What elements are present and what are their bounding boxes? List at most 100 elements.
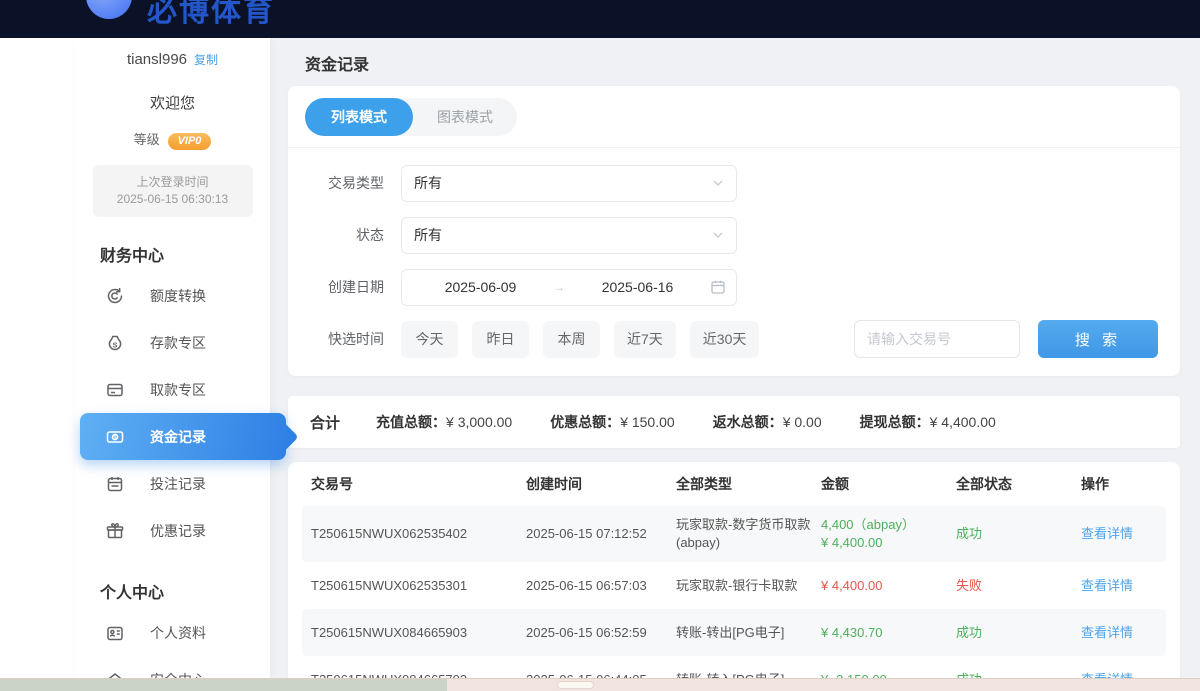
cell-type: 转账-转出[PG电子] bbox=[667, 624, 812, 642]
sidebar-item-funds-record[interactable]: $ 资金记录 bbox=[80, 413, 286, 460]
quick-today-button[interactable]: 今天 bbox=[401, 321, 458, 358]
cell-amount: ¥ 4,400.00 bbox=[812, 577, 947, 595]
profile-icon bbox=[105, 623, 125, 643]
cell-type: 玩家取款-数字货币取款 (abpay) bbox=[667, 516, 812, 552]
brand-logo-icon bbox=[86, 0, 132, 19]
tab-list-mode[interactable]: 列表模式 bbox=[305, 98, 413, 136]
sidebar-item-label: 优惠记录 bbox=[150, 521, 206, 541]
type-line2: (abpay) bbox=[676, 534, 812, 552]
chevron-down-icon bbox=[712, 177, 724, 189]
status-select[interactable]: 所有 bbox=[401, 217, 737, 254]
last-login-label: 上次登录时间 bbox=[93, 174, 253, 191]
cell-status: 失败 bbox=[947, 577, 1072, 595]
page-title: 资金记录 bbox=[305, 51, 369, 75]
deposit-icon: S bbox=[105, 333, 125, 353]
quick-this-week-button[interactable]: 本周 bbox=[543, 321, 600, 358]
cell-created-time: 2025-06-15 06:52:59 bbox=[517, 624, 667, 642]
summary-total-label: 合计 bbox=[310, 412, 340, 433]
col-header-action: 操作 bbox=[1072, 474, 1166, 494]
search-button[interactable]: 搜 索 bbox=[1038, 320, 1158, 358]
cell-transaction-id: T250615NWUX084665903 bbox=[302, 624, 517, 642]
bet-record-icon bbox=[105, 474, 125, 494]
sidebar-item-label: 资金记录 bbox=[150, 427, 206, 447]
filter-row-type: 交易类型 所有 bbox=[288, 157, 1180, 209]
top-bar: 必博体育 bbox=[0, 0, 1200, 38]
filter-row-status: 状态 所有 bbox=[288, 209, 1180, 261]
amount-line1: 4,400（abpay） bbox=[821, 516, 947, 534]
sidebar-item-label: 额度转换 bbox=[150, 286, 206, 306]
summary-bar: 合计 充值总额：¥ 3,000.00 优惠总额：¥ 150.00 返水总额：¥ … bbox=[288, 396, 1180, 448]
date-filter-label: 创建日期 bbox=[288, 277, 384, 297]
col-header-amount: 金额 bbox=[812, 474, 947, 494]
transaction-id-input[interactable] bbox=[854, 320, 1020, 358]
col-header-type: 全部类型 bbox=[667, 474, 812, 494]
scrollbar-handle[interactable] bbox=[557, 681, 594, 689]
type-select[interactable]: 所有 bbox=[401, 165, 737, 202]
view-details-link[interactable]: 查看详情 bbox=[1081, 578, 1133, 593]
summary-item-label: 返水总额： bbox=[713, 414, 783, 430]
page: 必博体育 tiansl996复制 欢迎您 等级VIP0 上次登录时间 2025-… bbox=[0, 0, 1200, 691]
summary-item-value: ¥ 0.00 bbox=[783, 414, 822, 430]
table-row: T250615NWUX084665903 2025-06-15 06:52:59… bbox=[302, 609, 1166, 656]
table-row: T250615NWUX062535301 2025-06-15 06:57:03… bbox=[302, 562, 1166, 609]
cell-status: 成功 bbox=[947, 525, 1072, 543]
quick-yesterday-button[interactable]: 昨日 bbox=[472, 321, 529, 358]
main-content: 资金记录 列表模式 图表模式 交易类型 所有 bbox=[270, 38, 1200, 691]
cell-status: 成功 bbox=[947, 624, 1072, 642]
cell-created-time: 2025-06-15 06:57:03 bbox=[517, 577, 667, 595]
view-details-link[interactable]: 查看详情 bbox=[1081, 625, 1133, 640]
filters-body: 交易类型 所有 状态 所有 bbox=[288, 148, 1180, 365]
svg-text:S: S bbox=[112, 340, 117, 349]
status-filter-label: 状态 bbox=[288, 225, 384, 245]
col-header-time: 创建时间 bbox=[517, 474, 667, 494]
filters-card: 列表模式 图表模式 交易类型 所有 状态 bbox=[288, 86, 1180, 376]
summary-deposit-total: 充值总额：¥ 3,000.00 bbox=[376, 412, 512, 432]
section-title-personal: 个人中心 bbox=[100, 579, 270, 603]
withdraw-icon bbox=[105, 380, 125, 400]
calendar-icon bbox=[710, 279, 726, 295]
summary-item-label: 优惠总额： bbox=[550, 414, 620, 430]
chevron-down-icon bbox=[712, 229, 724, 241]
filter-row-quick: 快选时间 今天 昨日 本周 近7天 近30天 搜 索 bbox=[288, 313, 1180, 365]
sidebar-item-withdraw[interactable]: 取款专区 bbox=[75, 366, 270, 413]
cell-amount: ¥ 4,430.70 bbox=[812, 624, 947, 642]
type-select-value: 所有 bbox=[414, 173, 442, 193]
summary-promo-total: 优惠总额：¥ 150.00 bbox=[550, 412, 675, 432]
last-login-box: 上次登录时间 2025-06-15 06:30:13 bbox=[93, 165, 253, 217]
quick-last7days-button[interactable]: 近7天 bbox=[614, 321, 676, 358]
sidebar-item-promo-record[interactable]: 优惠记录 bbox=[75, 507, 270, 554]
table-header-row: 交易号 创建时间 全部类型 金额 全部状态 操作 bbox=[302, 462, 1166, 506]
summary-item-value: ¥ 150.00 bbox=[620, 414, 675, 430]
transactions-table: 交易号 创建时间 全部类型 金额 全部状态 操作 T250615NWUX0625… bbox=[288, 462, 1180, 691]
horizontal-scrollbar-track bbox=[0, 678, 1200, 691]
col-header-id: 交易号 bbox=[302, 474, 517, 494]
section-title-finance: 财务中心 bbox=[100, 242, 270, 266]
tab-chart-mode[interactable]: 图表模式 bbox=[413, 98, 517, 136]
status-select-value: 所有 bbox=[414, 225, 442, 245]
level-row: 等级 VIP0 bbox=[75, 129, 270, 150]
summary-item-value: ¥ 4,400.00 bbox=[930, 414, 996, 430]
table-row: T250615NWUX062535402 2025-06-15 07:12:52… bbox=[302, 506, 1166, 562]
filter-row-date: 创建日期 2025-06-09 → 2025-06-16 bbox=[288, 261, 1180, 313]
brand-title: 必博体育 bbox=[147, 0, 275, 30]
amount-line2: ¥ 4,400.00 bbox=[821, 534, 947, 552]
vip-badge: VIP0 bbox=[168, 133, 212, 150]
welcome-text: 欢迎您 bbox=[75, 92, 270, 113]
sidebar: tiansl996复制 欢迎您 等级VIP0 上次登录时间 2025-06-15… bbox=[75, 38, 270, 678]
level-label: 等级 bbox=[134, 132, 160, 147]
summary-item-label: 提现总额： bbox=[860, 414, 930, 430]
date-range-arrow: → bbox=[549, 280, 569, 294]
sidebar-item-label: 个人资料 bbox=[150, 623, 206, 643]
quick-last30days-button[interactable]: 近30天 bbox=[690, 321, 760, 358]
copy-username-button[interactable]: 复制 bbox=[194, 53, 218, 67]
scrollbar-segment bbox=[0, 679, 447, 691]
promo-record-icon bbox=[105, 521, 125, 541]
sidebar-item-exchange[interactable]: 额度转换 bbox=[75, 272, 270, 319]
exchange-icon bbox=[105, 286, 125, 306]
view-details-link[interactable]: 查看详情 bbox=[1081, 526, 1133, 541]
type-line1: 玩家取款-数字货币取款 bbox=[676, 516, 812, 534]
date-range-picker[interactable]: 2025-06-09 → 2025-06-16 bbox=[401, 269, 737, 306]
sidebar-item-profile[interactable]: 个人资料 bbox=[75, 609, 270, 656]
sidebar-item-deposit[interactable]: S 存款专区 bbox=[75, 319, 270, 366]
sidebar-item-bet-record[interactable]: 投注记录 bbox=[75, 460, 270, 507]
